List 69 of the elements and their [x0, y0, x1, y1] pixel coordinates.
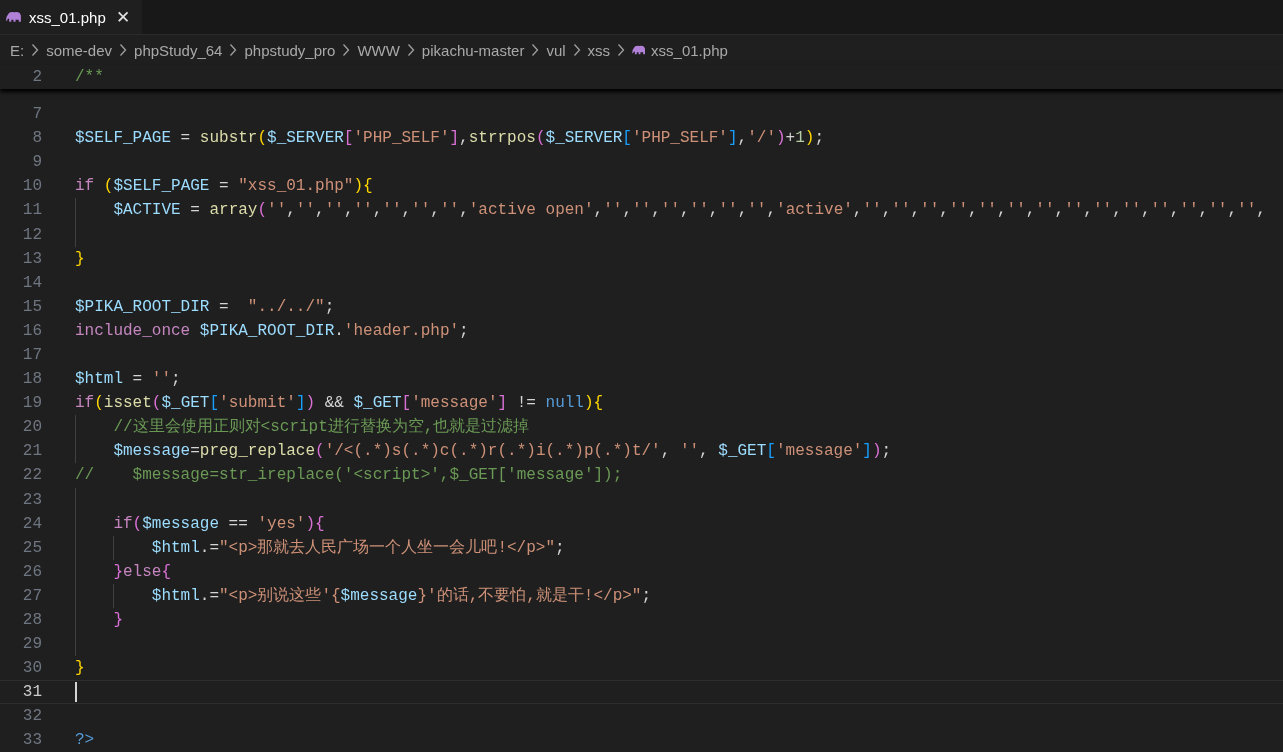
breadcrumb-item[interactable]: xss_01.php	[651, 41, 728, 59]
chevron-icon	[531, 43, 540, 57]
line-number: 25	[21, 538, 43, 557]
breadcrumb-item[interactable]: some-dev	[46, 41, 113, 59]
line-number: 22	[21, 466, 43, 485]
breadcrumb-item[interactable]: phpstudy_pro	[244, 41, 336, 59]
line-number: 29	[21, 635, 43, 654]
code-line: // $message=str_ireplace('<script>',$_GET['message']);	[75, 465, 623, 487]
line-number: 17	[21, 346, 43, 364]
text-cursor	[75, 682, 77, 703]
line-number: 12	[21, 225, 43, 244]
code-line: $html = '';	[75, 369, 181, 391]
breadcrumb-item[interactable]: phpStudy_64	[134, 41, 223, 59]
code-line: }	[75, 248, 85, 270]
line-number: 10	[21, 177, 43, 196]
close-button[interactable]: ✕	[115, 6, 130, 28]
line-number: 26	[21, 562, 43, 581]
breadcrumb-item[interactable]: vul	[546, 41, 566, 59]
line-number: 31	[21, 683, 43, 702]
line-number: 13	[21, 249, 43, 268]
chevron-icon	[617, 43, 626, 57]
code-line: /**	[75, 67, 104, 88]
code-line: $SELF_PAGE = substr($_SERVER['PHP_SELF'],strrpos($_SERVER['PHP_SELF'],'/')+1);	[75, 128, 825, 150]
chevron-icon	[342, 43, 351, 57]
line-number: 32	[21, 707, 43, 726]
line-number: 28	[21, 611, 43, 629]
editor-tab[interactable]: xss_01.php ✕	[0, 0, 142, 34]
code-line: }else{	[113, 561, 171, 583]
code-line: if(isset($_GET['submit']) && $_GET['message'] != null){	[75, 393, 604, 415]
code-line: }	[113, 609, 123, 631]
line-number: 21	[21, 442, 43, 461]
line-number: 33	[21, 731, 43, 750]
code-line: $html.="<p>别说这些'{$message}'的话,不要怕,就是干!</p>";	[151, 585, 652, 607]
breadcrumb-item[interactable]: E:	[10, 41, 25, 59]
code-line: if ($SELF_PAGE = "xss_01.php"){	[75, 176, 373, 198]
breadcrumb-item[interactable]: WWW	[357, 41, 400, 59]
line-number: 14	[21, 273, 43, 292]
code-line: $ACTIVE = array('','','','','','','','active open','','','','','','','active','','','','','','','','','','','','','','',	[113, 200, 1266, 222]
line-number: 24	[21, 514, 43, 533]
line-number: 8	[31, 129, 43, 148]
line-number: 23	[21, 490, 43, 509]
code-line: $html.="<p>那就去人民广场一个人坐一会儿吧!</p>";	[151, 537, 565, 559]
breadcrumb-item[interactable]: pikachu-master	[421, 41, 525, 59]
line-number: 16	[21, 321, 43, 340]
breadcrumb-item[interactable]: xss	[587, 41, 611, 59]
code-line: if($message == 'yes'){	[113, 513, 325, 535]
code-line: $PIKA_ROOT_DIR = "../../";	[75, 296, 335, 318]
line-number: 11	[21, 201, 43, 220]
code-line: include_once $PIKA_ROOT_DIR.'header.php';	[75, 320, 469, 342]
line-number: 18	[21, 370, 43, 389]
chevron-icon	[31, 43, 40, 57]
code-line: //这里会使用正则对<script进行替换为空,也就是过滤掉	[113, 416, 530, 439]
elephant-icon	[6, 10, 23, 24]
line-number: 2	[31, 68, 43, 87]
code-line: ?>	[75, 730, 95, 752]
code-line: }	[75, 658, 85, 680]
line-number: 9	[31, 153, 43, 172]
chevron-icon	[406, 43, 415, 57]
line-number: 20	[21, 418, 43, 437]
line-number: 27	[21, 586, 43, 605]
line-number: 15	[21, 297, 43, 316]
line-number: 19	[21, 394, 43, 413]
code-line: $message=preg_replace('/<(.*)s(.*)c(.*)r(.*)i(.*)p(.*)t/', '', $_GET['message']);	[113, 441, 892, 463]
elephant-icon	[632, 44, 648, 56]
line-number: 30	[21, 659, 43, 678]
chevron-icon	[119, 43, 128, 57]
chevron-icon	[572, 43, 581, 57]
line-number: 7	[31, 105, 43, 124]
chevron-icon	[229, 43, 238, 57]
